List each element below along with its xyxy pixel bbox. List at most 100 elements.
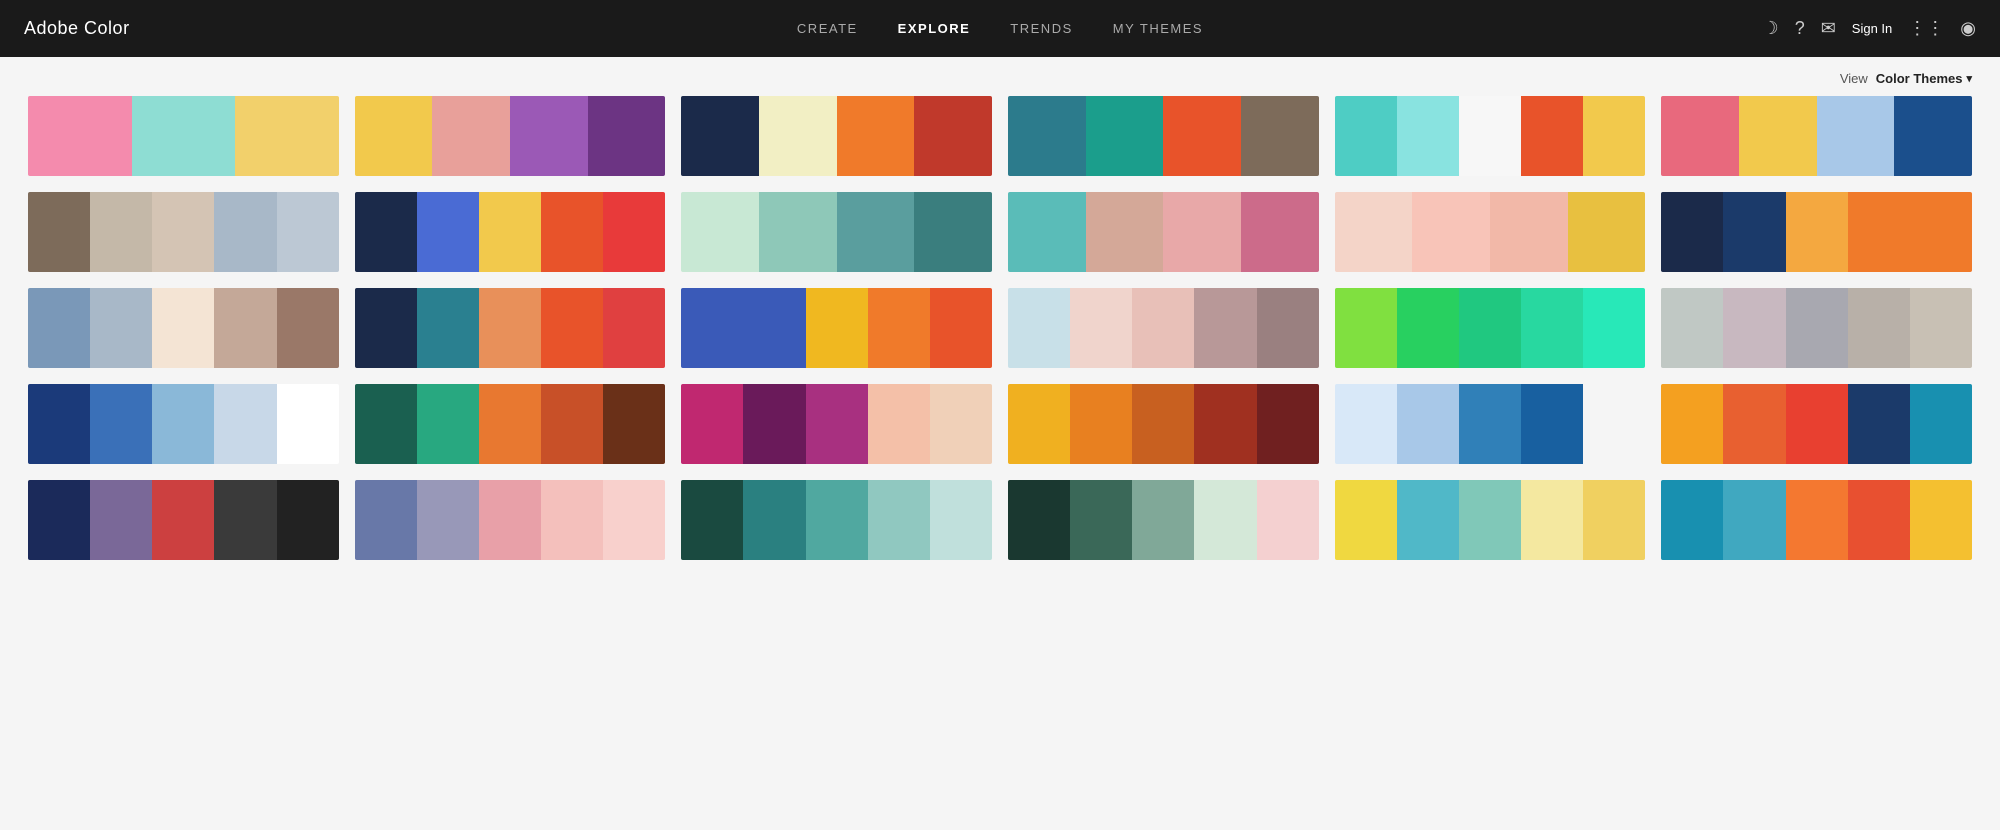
color-swatch bbox=[152, 288, 214, 368]
palette-card[interactable] bbox=[1335, 384, 1646, 464]
apps-icon[interactable]: ⋮⋮ bbox=[1908, 18, 1944, 39]
sign-in-button[interactable]: Sign In bbox=[1852, 21, 1892, 36]
palette-card[interactable] bbox=[1008, 288, 1319, 368]
palette-card[interactable] bbox=[681, 288, 992, 368]
color-swatch bbox=[277, 480, 339, 560]
nav-item-trends[interactable]: TRENDS bbox=[1010, 21, 1072, 36]
palette-grid bbox=[0, 96, 2000, 588]
color-swatch bbox=[1521, 96, 1583, 176]
view-dropdown[interactable]: Color Themes ▾ bbox=[1876, 71, 1972, 86]
palette-card[interactable] bbox=[681, 192, 992, 272]
palette-card[interactable] bbox=[1008, 480, 1319, 560]
palette-card[interactable] bbox=[1335, 288, 1646, 368]
color-swatch bbox=[277, 288, 339, 368]
color-swatch bbox=[1661, 384, 1723, 464]
color-swatch bbox=[1459, 384, 1521, 464]
palette-card[interactable] bbox=[1661, 384, 1972, 464]
color-swatch bbox=[868, 480, 930, 560]
color-swatch bbox=[90, 288, 152, 368]
color-swatch bbox=[868, 384, 930, 464]
palette-card[interactable] bbox=[355, 96, 666, 176]
color-swatch bbox=[479, 480, 541, 560]
color-swatch bbox=[1397, 480, 1459, 560]
palette-card[interactable] bbox=[355, 192, 666, 272]
color-swatch bbox=[132, 96, 236, 176]
color-swatch bbox=[1661, 288, 1723, 368]
palette-card[interactable] bbox=[355, 480, 666, 560]
color-swatch bbox=[1397, 96, 1459, 176]
palette-card[interactable] bbox=[355, 288, 666, 368]
color-swatch bbox=[1583, 96, 1645, 176]
color-swatch bbox=[1894, 96, 1972, 176]
moon-icon[interactable]: ☽ bbox=[1763, 18, 1779, 39]
color-swatch bbox=[1132, 384, 1194, 464]
chat-icon[interactable]: ✉ bbox=[1821, 18, 1836, 39]
color-swatch bbox=[681, 192, 759, 272]
color-swatch bbox=[417, 384, 479, 464]
nav-item-my-themes[interactable]: MY THEMES bbox=[1113, 21, 1203, 36]
help-icon[interactable]: ? bbox=[1795, 18, 1805, 39]
color-swatch bbox=[1521, 384, 1583, 464]
color-swatch bbox=[1739, 96, 1817, 176]
color-swatch bbox=[1786, 192, 1848, 272]
color-swatch bbox=[1848, 192, 1910, 272]
palette-card[interactable] bbox=[681, 96, 992, 176]
palette-card[interactable] bbox=[681, 384, 992, 464]
palette-card[interactable] bbox=[1661, 96, 1972, 176]
color-swatch bbox=[1070, 480, 1132, 560]
nav-item-explore[interactable]: EXPLORE bbox=[898, 21, 971, 36]
palette-card[interactable] bbox=[28, 384, 339, 464]
palette-card[interactable] bbox=[28, 192, 339, 272]
color-swatch bbox=[1008, 480, 1070, 560]
palette-card[interactable] bbox=[28, 288, 339, 368]
color-swatch bbox=[1723, 480, 1785, 560]
color-swatch bbox=[90, 480, 152, 560]
palette-card[interactable] bbox=[28, 96, 339, 176]
palette-card[interactable] bbox=[1661, 288, 1972, 368]
palette-card[interactable] bbox=[1661, 192, 1972, 272]
palette-card[interactable] bbox=[1008, 384, 1319, 464]
color-swatch bbox=[1661, 192, 1723, 272]
color-swatch bbox=[681, 480, 743, 560]
color-swatch bbox=[28, 96, 132, 176]
color-swatch bbox=[1848, 288, 1910, 368]
color-swatch bbox=[914, 96, 992, 176]
color-swatch bbox=[277, 384, 339, 464]
palette-card[interactable] bbox=[1661, 480, 1972, 560]
palette-card[interactable] bbox=[28, 480, 339, 560]
color-swatch bbox=[1194, 288, 1256, 368]
color-swatch bbox=[1459, 480, 1521, 560]
user-icon[interactable]: ◉ bbox=[1960, 18, 1976, 39]
color-swatch bbox=[1817, 96, 1895, 176]
color-swatch bbox=[90, 192, 152, 272]
nav-item-create[interactable]: CREATE bbox=[797, 21, 858, 36]
palette-card[interactable] bbox=[681, 480, 992, 560]
color-swatch bbox=[1459, 96, 1521, 176]
color-swatch bbox=[355, 288, 417, 368]
color-swatch bbox=[1132, 288, 1194, 368]
color-swatch bbox=[603, 384, 665, 464]
color-swatch bbox=[743, 288, 805, 368]
color-swatch bbox=[1412, 192, 1490, 272]
color-swatch bbox=[1490, 192, 1568, 272]
color-swatch bbox=[1723, 192, 1785, 272]
color-swatch bbox=[681, 96, 759, 176]
header: Adobe Color CREATEEXPLORETRENDSMY THEMES… bbox=[0, 0, 2000, 57]
color-swatch bbox=[603, 288, 665, 368]
color-swatch bbox=[930, 288, 992, 368]
color-swatch bbox=[1786, 288, 1848, 368]
color-swatch bbox=[541, 192, 603, 272]
palette-card[interactable] bbox=[1335, 192, 1646, 272]
color-swatch bbox=[1723, 384, 1785, 464]
color-swatch bbox=[1723, 288, 1785, 368]
palette-card[interactable] bbox=[1008, 96, 1319, 176]
color-swatch bbox=[1335, 384, 1397, 464]
palette-card[interactable] bbox=[355, 384, 666, 464]
color-swatch bbox=[837, 192, 915, 272]
color-swatch bbox=[1241, 192, 1319, 272]
palette-card[interactable] bbox=[1008, 192, 1319, 272]
color-swatch bbox=[806, 480, 868, 560]
color-swatch bbox=[90, 384, 152, 464]
palette-card[interactable] bbox=[1335, 480, 1646, 560]
palette-card[interactable] bbox=[1335, 96, 1646, 176]
